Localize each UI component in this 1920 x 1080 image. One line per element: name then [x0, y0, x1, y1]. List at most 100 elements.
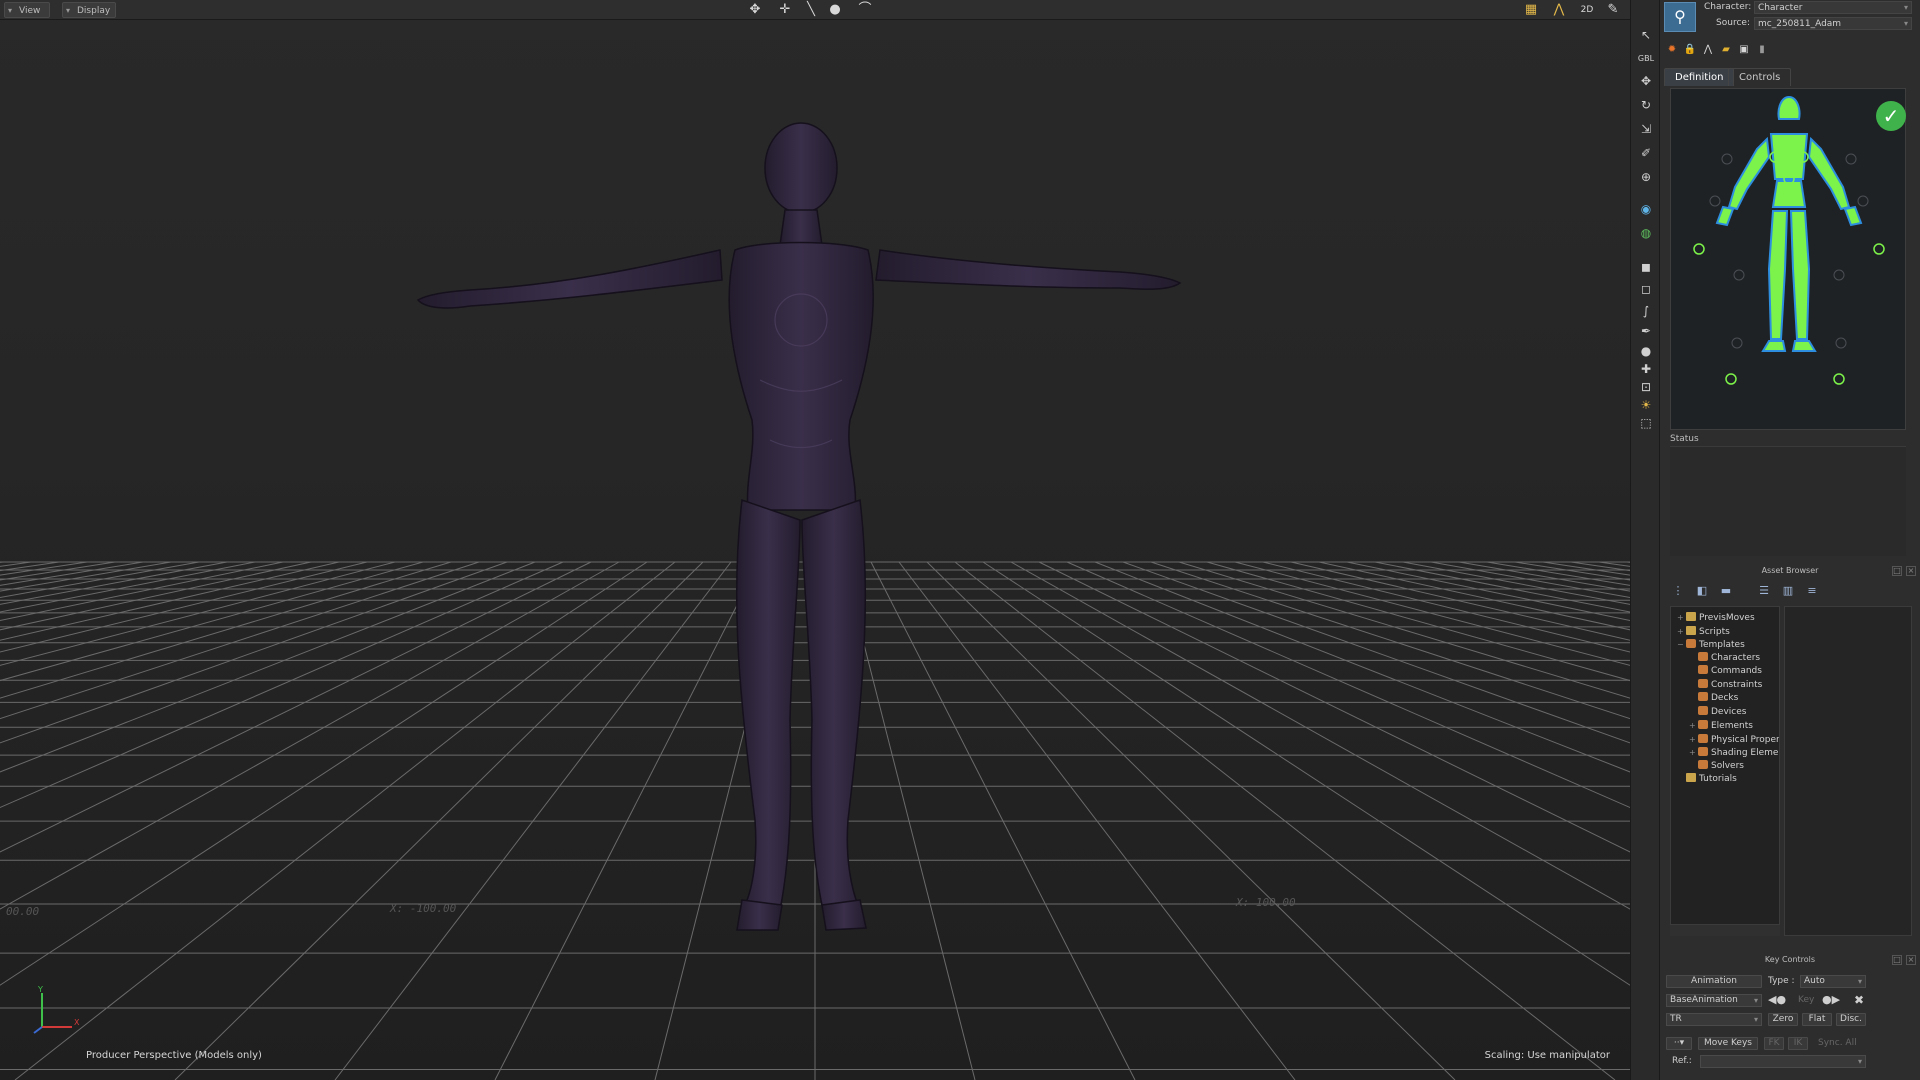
asset-tree-item[interactable]: Devices — [1689, 705, 1747, 719]
close-icon[interactable]: × — [1906, 566, 1916, 576]
asset-tree-label: Solvers — [1711, 760, 1744, 771]
skeleton-view-icon[interactable]: ⋀ — [1700, 42, 1716, 58]
character-dropdown[interactable]: Character — [1754, 1, 1912, 14]
split-view-icon[interactable]: ◧ — [1694, 583, 1710, 599]
expand-toggle-icon[interactable]: + — [1689, 733, 1698, 746]
type-label: Type : — [1768, 976, 1795, 986]
asset-tree-item[interactable]: Tutorials — [1677, 773, 1737, 786]
asset-tree-item[interactable]: + Elements — [1689, 719, 1753, 732]
curve-icon[interactable]: ⋀ — [1550, 2, 1568, 18]
source-dropdown[interactable]: mc_250811_Adam — [1754, 17, 1912, 30]
zero-button[interactable]: Zero — [1768, 1013, 1798, 1026]
folder-open-icon[interactable]: ▰ — [1718, 42, 1734, 58]
expand-toggle-icon[interactable]: + — [1677, 611, 1686, 624]
character-tool-icon[interactable]: ◉ — [1635, 200, 1657, 218]
ref-field[interactable] — [1700, 1055, 1866, 1068]
menu-icon[interactable]: ≡ — [1804, 583, 1820, 599]
keyboard-icon[interactable]: ▦ — [1522, 2, 1540, 18]
detail-view-icon[interactable]: ▥ — [1780, 583, 1796, 599]
lock-icon[interactable]: 🔒 — [1682, 42, 1698, 58]
disc-button[interactable]: Disc. — [1836, 1013, 1866, 1026]
keying-mode-dropdown[interactable]: ··▾ — [1666, 1037, 1692, 1050]
expand-toggle-icon[interactable]: + — [1689, 719, 1698, 732]
fk-button[interactable]: FK — [1764, 1037, 1784, 1050]
line-tool-icon[interactable]: ╲ — [802, 2, 820, 18]
transform-icon[interactable]: ✐ — [1635, 144, 1657, 162]
save-icon[interactable]: ▣ — [1736, 42, 1752, 58]
scale-icon[interactable]: ⇲ — [1635, 120, 1657, 138]
asset-list[interactable] — [1784, 606, 1912, 936]
template-icon — [1698, 678, 1708, 688]
zoom-icon[interactable]: ● — [826, 2, 844, 18]
path-icon[interactable]: ∫ — [1635, 302, 1657, 320]
next-key-icon[interactable]: ●▶ — [1822, 993, 1840, 1006]
flat-button[interactable]: Flat — [1802, 1013, 1832, 1026]
filter-dropdown[interactable]: TR — [1666, 1013, 1762, 1026]
close-icon[interactable]: × — [1906, 955, 1916, 965]
asset-tree-item[interactable]: Commands — [1689, 665, 1762, 678]
edit-icon[interactable]: ✎ — [1604, 2, 1622, 18]
global-local-icon[interactable]: GBL — [1635, 50, 1657, 68]
delete-icon[interactable]: ▮ — [1754, 42, 1770, 58]
asset-tree-item[interactable]: − Templates — [1677, 638, 1745, 651]
rotate-icon[interactable]: ↻ — [1635, 96, 1657, 114]
expand-toggle-icon[interactable]: − — [1677, 638, 1686, 651]
expand-toggle-icon[interactable]: + — [1677, 625, 1686, 638]
cube-icon[interactable]: ◼ — [1635, 258, 1657, 276]
orbit-icon[interactable]: ⌒ — [856, 2, 874, 18]
3d-viewport[interactable]: 00.00 X: -100.00 X: 100.00 ▾ View ▾ Disp… — [0, 0, 1630, 1080]
flame-icon[interactable]: ✹ — [1664, 42, 1680, 58]
light-icon[interactable]: ☀ — [1635, 396, 1657, 414]
select-icon[interactable]: ↖ — [1635, 26, 1657, 44]
tab-definition[interactable]: Definition — [1664, 68, 1735, 86]
display-menu[interactable]: Display — [62, 2, 116, 19]
asset-tree-item[interactable]: + Physical Proper — [1689, 733, 1779, 746]
move-keys-button[interactable]: Move Keys — [1698, 1037, 1758, 1050]
ik-button[interactable]: IK — [1788, 1037, 1808, 1050]
crosshair-icon[interactable]: ✛ — [776, 2, 794, 18]
layer-dropdown[interactable]: BaseAnimation — [1666, 994, 1762, 1007]
asset-tree-item[interactable]: + PrevisMoves — [1677, 611, 1755, 624]
tree-view-icon[interactable]: ⋮ — [1670, 583, 1686, 599]
thumbnail-view-icon[interactable]: ▬ — [1718, 583, 1734, 599]
asset-tree-label: Shading Elemen — [1711, 748, 1780, 758]
pivot-icon[interactable]: ⊕ — [1635, 168, 1657, 186]
manipulator-status: Scaling: Use manipulator — [1484, 1050, 1610, 1061]
camera-status: Producer Perspective (Models only) — [86, 1050, 262, 1061]
animation-button[interactable]: Animation — [1666, 975, 1762, 988]
frame-icon[interactable]: ⬚ — [1635, 414, 1657, 432]
character-definition-view[interactable]: ✓ — [1670, 88, 1906, 430]
body-part-icon[interactable]: ◍ — [1635, 224, 1657, 242]
asset-tree-item[interactable]: + Shading Elemen — [1689, 746, 1780, 759]
float-icon[interactable]: □ — [1892, 566, 1902, 576]
character-model[interactable] — [0, 0, 1630, 1080]
asset-tree-item[interactable]: Constraints — [1689, 678, 1762, 692]
asset-tree-item[interactable]: Decks — [1689, 692, 1738, 705]
pan-icon[interactable]: ✥ — [746, 2, 764, 18]
delete-key-icon[interactable]: ✖ — [1854, 993, 1864, 1007]
asset-tree-label: Devices — [1711, 706, 1747, 717]
rig-figure[interactable] — [1671, 89, 1907, 431]
float-icon[interactable]: □ — [1892, 955, 1902, 965]
type-dropdown[interactable]: Auto — [1800, 975, 1866, 988]
prev-key-icon[interactable]: ◀● — [1768, 993, 1786, 1006]
asset-tree-item[interactable]: Solvers — [1689, 759, 1744, 773]
expand-toggle-icon[interactable]: + — [1689, 746, 1698, 759]
translate-icon[interactable]: ✥ — [1635, 72, 1657, 90]
asset-tree[interactable]: + PrevisMoves + Scripts − Templates Characters… — [1670, 606, 1780, 936]
skeleton-icon[interactable]: ✚ — [1635, 360, 1657, 378]
asset-tree-item[interactable]: Characters — [1689, 651, 1760, 665]
cube-alt-icon[interactable]: ◻ — [1635, 280, 1657, 298]
camera-icon[interactable]: ⊡ — [1635, 378, 1657, 396]
list-view-icon[interactable]: ☰ — [1756, 583, 1772, 599]
2d-mode-icon[interactable]: 2D — [1578, 2, 1596, 18]
view-menu[interactable]: View — [4, 2, 50, 19]
asset-browser-title: Asset Browser — [1761, 566, 1819, 575]
asset-tree-scrollbar[interactable] — [1670, 924, 1780, 936]
asset-browser-header: Asset Browser □ × — [1660, 566, 1920, 578]
asset-tree-item[interactable]: + Scripts — [1677, 625, 1730, 638]
pen-icon[interactable]: ✒ — [1635, 322, 1657, 340]
sphere-icon[interactable]: ● — [1635, 342, 1657, 360]
key-label: Key — [1798, 995, 1815, 1005]
tab-controls[interactable]: Controls — [1728, 68, 1792, 86]
